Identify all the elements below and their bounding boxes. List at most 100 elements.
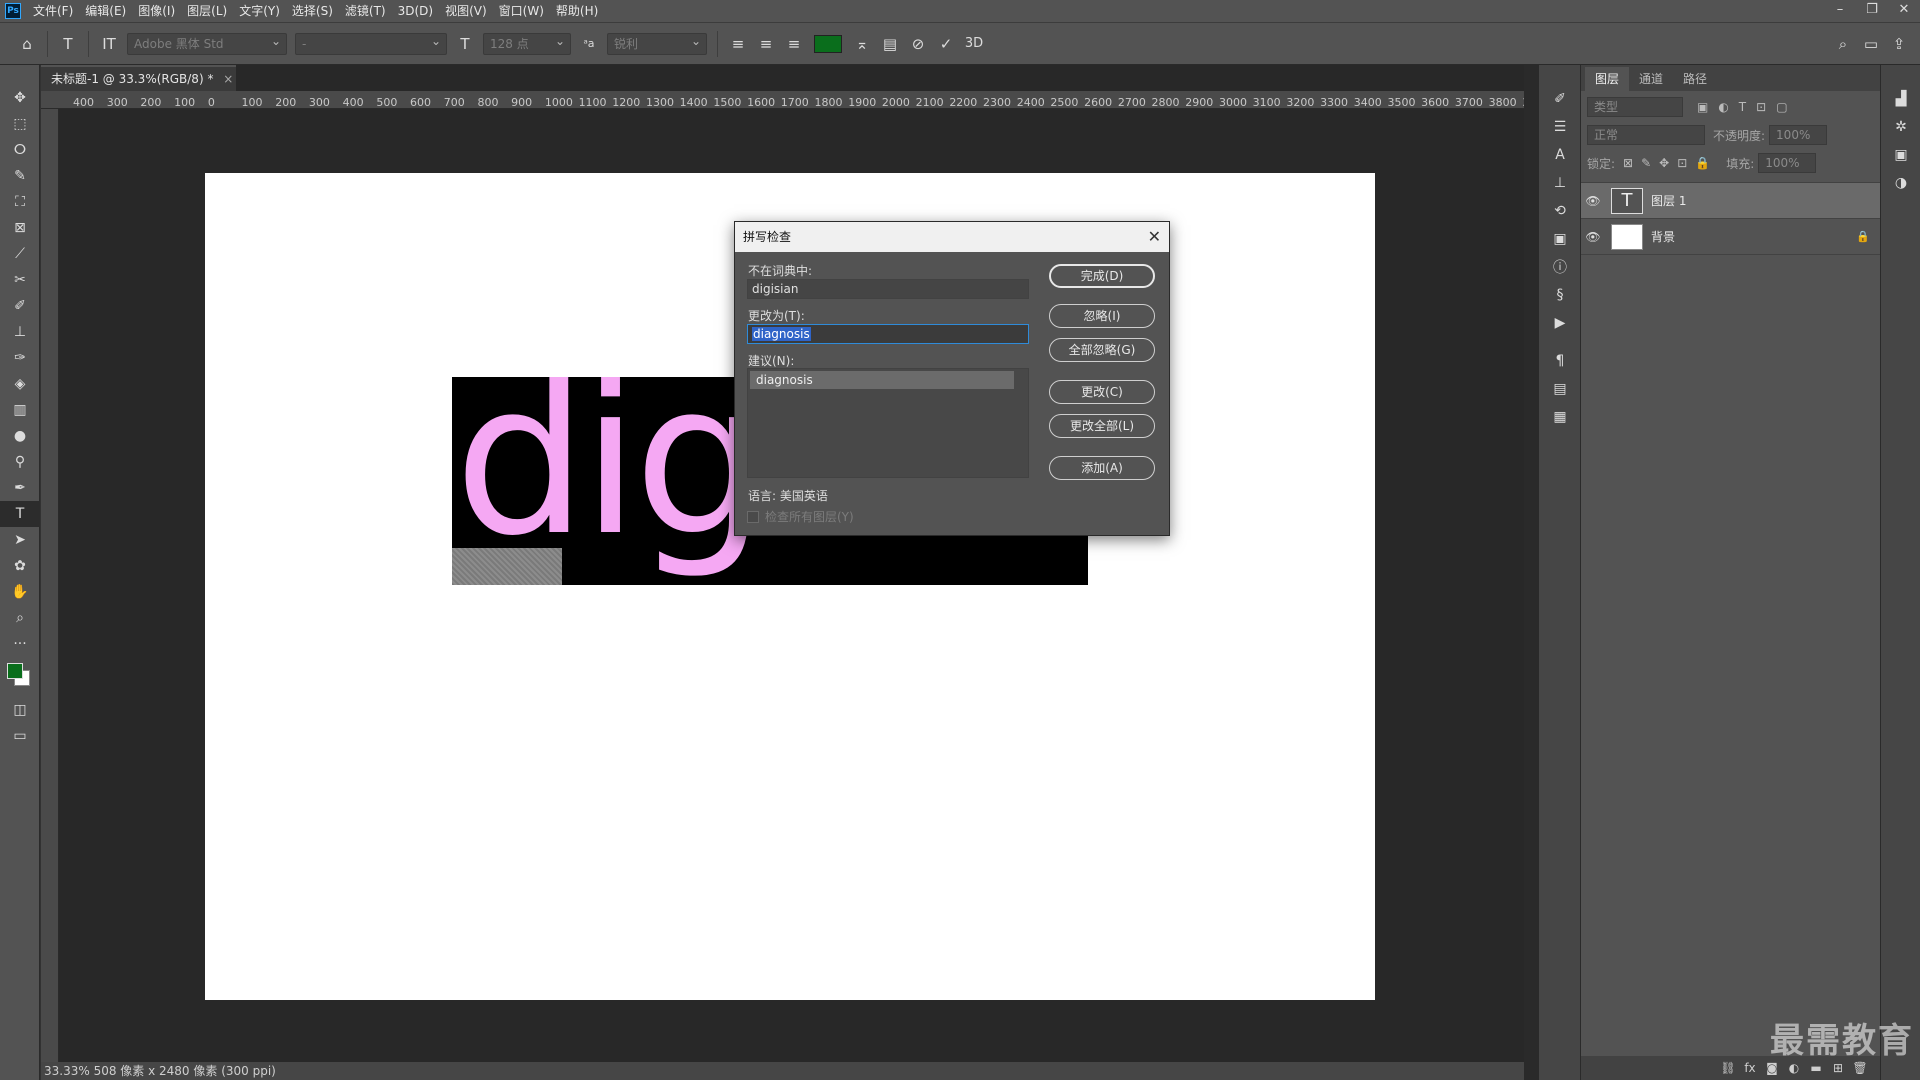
cancel-edit-icon[interactable]: ⊘ xyxy=(905,31,931,57)
more-tools-icon[interactable]: ··· xyxy=(0,631,40,657)
vertical-scrollbar[interactable] xyxy=(1524,65,1538,1080)
workspace-icon[interactable]: ▭ xyxy=(1858,31,1884,57)
font-style-select[interactable]: - xyxy=(295,31,447,55)
ignore-button[interactable]: 忽略(I) xyxy=(1049,304,1155,328)
text-color-swatch[interactable] xyxy=(814,34,842,53)
quick-mask-icon[interactable]: ◫ xyxy=(0,697,40,723)
gradient-tool-icon[interactable]: ▥ xyxy=(0,397,40,423)
tab-layers[interactable]: 图层 xyxy=(1585,67,1630,91)
path-select-tool-icon[interactable]: ➤ xyxy=(0,527,40,553)
antialias-select[interactable]: 锐利 xyxy=(607,31,707,55)
brush-tool-icon[interactable]: ✐ xyxy=(0,293,40,319)
paragraph-icon[interactable]: ¶ xyxy=(1539,347,1581,375)
type-tool-preset-icon[interactable]: T xyxy=(55,31,81,57)
tab-channels[interactable]: 通道 xyxy=(1629,67,1673,91)
fill-field[interactable]: 100% xyxy=(1758,153,1817,173)
clone-source-icon[interactable]: ⊥ xyxy=(1539,169,1581,197)
change-button[interactable]: 更改(C) xyxy=(1049,380,1155,404)
change-all-button[interactable]: 更改全部(L) xyxy=(1049,414,1155,438)
close-icon[interactable]: ✕ xyxy=(1148,222,1161,252)
pen-tool-icon[interactable]: ✒ xyxy=(0,475,40,501)
clone-stamp-tool-icon[interactable]: ⊥ xyxy=(0,319,40,345)
eyedropper-tool-icon[interactable]: ⟋ xyxy=(0,241,40,267)
font-size-select[interactable]: 128 点 xyxy=(483,31,571,55)
add-mask-icon[interactable]: ◙ xyxy=(1761,1061,1783,1075)
histogram-icon[interactable]: ▟ xyxy=(1881,85,1920,113)
crop-tool-icon[interactable]: ⛶ xyxy=(0,189,40,215)
lock-icons[interactable]: ⊠✎✥⊡🔒 xyxy=(1623,156,1718,170)
checkbox-box[interactable] xyxy=(747,510,759,523)
layer-style-icon[interactable]: fx xyxy=(1739,1061,1761,1075)
opacity-field[interactable]: 100% xyxy=(1769,125,1828,145)
eraser-tool-icon[interactable]: ◈ xyxy=(0,371,40,397)
layer-row-background[interactable]: 👁 背景 🔒 xyxy=(1581,219,1880,255)
document-tab[interactable]: 未标题-1 @ 33.3%(RGB/8) * × xyxy=(41,65,236,91)
new-layer-icon[interactable]: ⊞ xyxy=(1827,1061,1849,1075)
font-family-select[interactable]: Adobe 黑体 Std xyxy=(127,31,287,55)
align-center-icon[interactable]: ≡ xyxy=(753,31,779,57)
move-tool-icon[interactable]: ✥ xyxy=(0,85,40,111)
suggestions-list[interactable]: diagnosis xyxy=(747,368,1029,478)
change-to-input[interactable]: diagnosis xyxy=(747,324,1029,344)
close-window-button[interactable]: ✕ xyxy=(1888,0,1920,22)
suggestion-item[interactable]: diagnosis xyxy=(750,371,1014,389)
info-icon[interactable]: ⓘ xyxy=(1539,253,1581,281)
menu-window[interactable]: 窗口(W) xyxy=(493,0,550,22)
menu-filter[interactable]: 滤镜(T) xyxy=(339,0,392,22)
new-group-icon[interactable]: ▬ xyxy=(1805,1061,1827,1075)
blur-tool-icon[interactable]: ● xyxy=(0,423,40,449)
layer-filter-select[interactable]: 类型 xyxy=(1587,97,1683,117)
properties-icon[interactable]: ▤ xyxy=(1539,375,1581,403)
history-brush-tool-icon[interactable]: ✑ xyxy=(0,345,40,371)
blend-mode-select[interactable]: 正常 xyxy=(1587,125,1705,145)
menu-select[interactable]: 选择(S) xyxy=(286,0,339,22)
minimize-button[interactable]: – xyxy=(1824,0,1856,22)
menu-help[interactable]: 帮助(H) xyxy=(550,0,604,22)
add-button[interactable]: 添加(A) xyxy=(1049,456,1155,480)
layer-comps-icon[interactable]: ▣ xyxy=(1539,225,1581,253)
menu-3d[interactable]: 3D(D) xyxy=(392,0,439,22)
delete-layer-icon[interactable]: 🗑 xyxy=(1849,1061,1871,1075)
adjustments-icon[interactable]: ◑ xyxy=(1881,169,1920,197)
search-icon[interactable]: ⌕ xyxy=(1830,31,1856,57)
character-icon[interactable]: A xyxy=(1539,141,1581,169)
actions-icon[interactable]: ▶ xyxy=(1539,309,1581,337)
restore-button[interactable]: ❐ xyxy=(1856,0,1888,22)
healing-tool-icon[interactable]: ✂ xyxy=(0,267,40,293)
menu-file[interactable]: 文件(F) xyxy=(27,0,79,22)
done-button[interactable]: 完成(D) xyxy=(1049,264,1155,288)
visibility-eye-icon[interactable]: 👁 xyxy=(1581,194,1605,208)
toggle-text-orientation-icon[interactable]: IT xyxy=(96,31,122,57)
create-3d-button[interactable]: 3D xyxy=(961,31,987,57)
visibility-eye-icon[interactable]: 👁 xyxy=(1581,230,1605,244)
close-document-icon[interactable]: × xyxy=(223,72,233,86)
dodge-tool-icon[interactable]: ⚲ xyxy=(0,449,40,475)
tab-paths[interactable]: 路径 xyxy=(1673,67,1717,91)
ignore-all-button[interactable]: 全部忽略(G) xyxy=(1049,338,1155,362)
menu-image[interactable]: 图像(I) xyxy=(132,0,181,22)
character-panel-icon[interactable]: ▤ xyxy=(877,31,903,57)
menu-layer[interactable]: 图层(L) xyxy=(181,0,233,22)
notes-icon[interactable]: ▦ xyxy=(1539,403,1581,431)
libraries-icon[interactable]: ▣ xyxy=(1881,141,1920,169)
hand-tool-icon[interactable]: ✋ xyxy=(0,579,40,605)
layer-row-text[interactable]: 👁 T 图层 1 xyxy=(1581,183,1880,219)
foreground-color-swatch[interactable] xyxy=(7,663,23,679)
check-all-layers-checkbox[interactable]: 检查所有图层(Y) xyxy=(747,508,854,525)
glyphs-icon[interactable]: § xyxy=(1539,281,1581,309)
brush-settings-icon[interactable]: ✐ xyxy=(1539,85,1581,113)
menu-edit[interactable]: 编辑(E) xyxy=(79,0,132,22)
menu-view[interactable]: 视图(V) xyxy=(439,0,493,22)
frame-tool-icon[interactable]: ⊠ xyxy=(0,215,40,241)
marquee-tool-icon[interactable]: ⬚ xyxy=(0,111,40,137)
lasso-tool-icon[interactable]: ⵔ xyxy=(0,137,40,163)
navigator-icon[interactable]: ✲ xyxy=(1881,113,1920,141)
menu-type[interactable]: 文字(Y) xyxy=(233,0,286,22)
link-layers-icon[interactable]: ⛓ xyxy=(1717,1061,1739,1075)
adjustment-layer-icon[interactable]: ◐ xyxy=(1783,1061,1805,1075)
share-icon[interactable]: ⇪ xyxy=(1886,31,1912,57)
screen-mode-icon[interactable]: ▭ xyxy=(0,723,40,749)
align-left-icon[interactable]: ≡ xyxy=(725,31,751,57)
filter-icons[interactable]: ▣◐T⊡▢ xyxy=(1697,100,1798,114)
home-icon[interactable]: ⌂ xyxy=(14,31,40,57)
